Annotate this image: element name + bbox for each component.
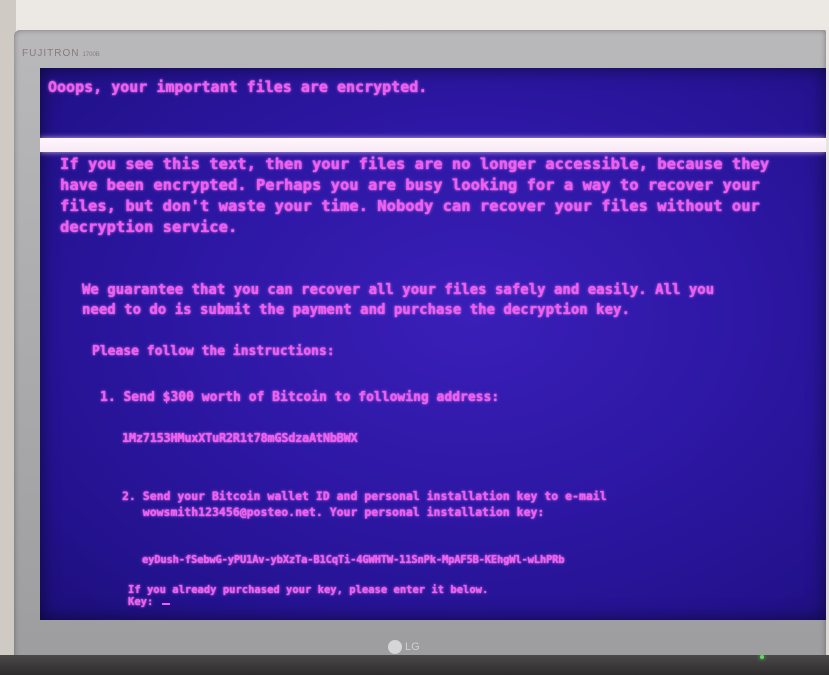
photo-scene: FUJITRON 1700B Ooops, your important file… — [0, 0, 829, 675]
power-led-icon — [760, 655, 764, 659]
instructions-heading: Please follow the instructions: — [92, 344, 335, 359]
key-prompt-line: If you already purchased your key, pleas… — [128, 584, 489, 596]
installation-key: eyDush-fSebwG-yPU1Av-ybXzTa-B1CqTi-4GWHT… — [142, 554, 565, 566]
step-1-text: 1. Send $300 worth of Bitcoin to followi… — [100, 390, 500, 405]
guarantee-line: We guarantee that you can recover all yo… — [82, 282, 715, 298]
intro-paragraph: If you see this text, then your files ar… — [60, 154, 769, 238]
desk-surface — [0, 655, 829, 675]
monitor-logo: LG — [388, 638, 444, 656]
title-separator-bar — [40, 138, 826, 152]
step-2-line: wowsmith123456@posteo.net. Your personal… — [122, 505, 545, 519]
key-entry-prompt: If you already purchased your key, pleas… — [128, 584, 488, 608]
brand-model: 1700B — [82, 52, 100, 58]
logo-text: LG — [405, 641, 420, 653]
intro-line: decryption service. — [60, 218, 238, 236]
bitcoin-address: 1Mz7153HMuxXTuR2R1t78mGSdzaAtNbBWX — [122, 431, 358, 445]
brand-name: FUJITRON — [22, 48, 80, 59]
ransom-screen: Ooops, your important files are encrypte… — [40, 68, 826, 620]
guarantee-line: need to do is submit the payment and pur… — [82, 302, 630, 318]
step-2-line: 2. Send your Bitcoin wallet ID and perso… — [122, 489, 607, 503]
monitor-brand: FUJITRON 1700B — [22, 48, 100, 59]
intro-line: If you see this text, then your files ar… — [60, 155, 770, 173]
key-input-line[interactable]: Key: — [128, 596, 488, 608]
key-label: Key: — [128, 596, 160, 608]
guarantee-paragraph: We guarantee that you can recover all yo… — [82, 280, 714, 320]
text-cursor[interactable] — [161, 603, 170, 605]
intro-line: have been encrypted. Perhaps you are bus… — [60, 176, 760, 194]
intro-line: files, but don't waste your time. Nobody… — [60, 197, 760, 215]
ransom-title: Ooops, your important files are encrypte… — [48, 78, 428, 96]
lg-logo-icon — [388, 640, 402, 654]
step-2-paragraph: 2. Send your Bitcoin wallet ID and perso… — [122, 488, 607, 520]
